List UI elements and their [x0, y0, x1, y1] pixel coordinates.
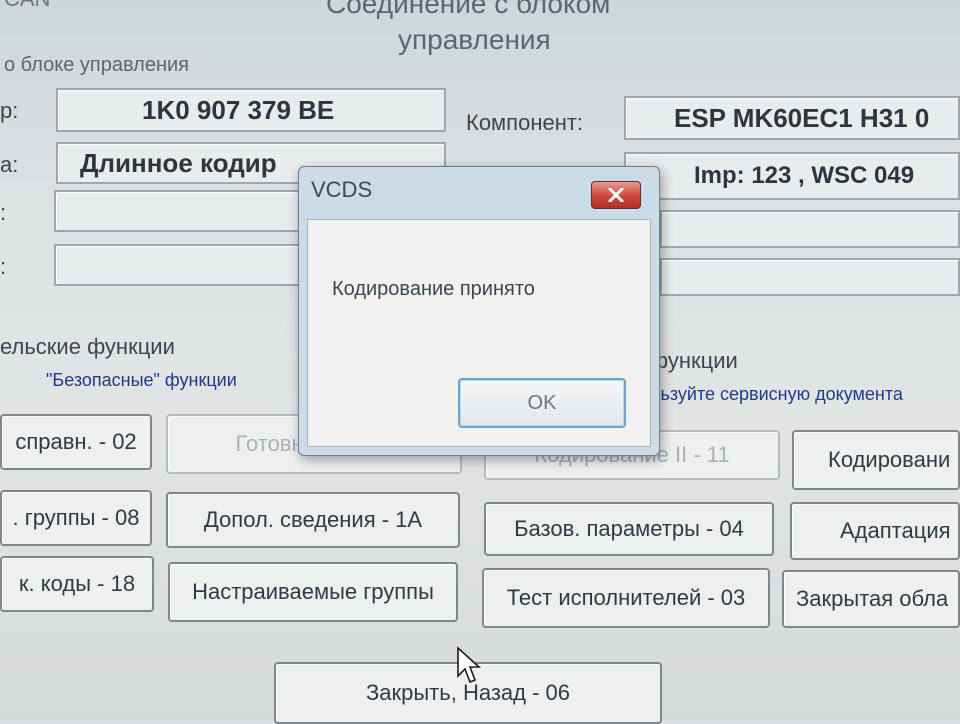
extra-info-1a-button[interactable]: Допол. сведения - 1А — [166, 492, 460, 548]
safe-functions-label: "Безопасные" функции — [46, 370, 237, 390]
dialog-message: Кодирование принято — [332, 278, 535, 300]
part-number-field: 1K0 907 379 BE — [56, 88, 446, 132]
adaptation-button[interactable]: Адаптация — [790, 502, 960, 560]
custom-groups-button[interactable]: Настраиваемые группы — [168, 562, 458, 622]
coding-value: Длинное кодир — [80, 148, 277, 178]
readiness-codes-18-button[interactable]: к. коды - 18 — [0, 556, 154, 612]
row3-label: : — [0, 200, 7, 225]
coding-label: а: — [0, 152, 19, 177]
basic-settings-04-button[interactable]: Базов. параметры - 04 — [484, 502, 774, 556]
row4-label: : — [0, 254, 7, 279]
part-number-value: 1K0 907 379 BE — [142, 95, 335, 125]
vcds-message-dialog: VCDS Кодирование принято OK — [298, 166, 660, 456]
coding-button[interactable]: Кодировани — [792, 430, 960, 490]
close-icon — [608, 188, 624, 202]
dialog-title: VCDS — [311, 177, 373, 202]
info-section-heading: о блоке управления — [4, 54, 189, 76]
ok-button[interactable]: OK — [458, 378, 626, 428]
component-value: ESP MK60EC1 H31 0 — [674, 103, 930, 133]
mouse-pointer-icon — [457, 646, 482, 684]
fault-codes-02-button[interactable]: справн. - 02 — [0, 414, 152, 470]
measuring-groups-08-button[interactable]: . группы - 08 — [0, 490, 152, 546]
part-label: р: — [0, 98, 19, 123]
imp-field: Imp: 123 , WSC 049 — [624, 152, 960, 200]
imp-value: Imp: 123 , WSC 049 — [694, 162, 915, 189]
top-left-label: CAN — [4, 0, 50, 12]
right-row4-field — [660, 258, 960, 296]
output-test-03-button[interactable]: Тест исполнителей - 03 — [482, 568, 770, 628]
right-row3-field — [660, 210, 960, 248]
basic-functions-heading: ельские функции — [0, 334, 175, 359]
dialog-close-button[interactable] — [591, 181, 641, 209]
page-title-line2: управления — [398, 24, 551, 55]
component-field: ESP MK60EC1 H31 0 — [624, 96, 960, 140]
advanced-functions-heading: функции — [650, 348, 738, 373]
security-access-button[interactable]: Закрытая обла — [782, 570, 960, 628]
page-title-line1: Соединение с блоком — [326, 0, 611, 19]
service-docs-note: льзуйте сервисную документа — [650, 384, 903, 404]
dialog-body: Кодирование принято OK — [307, 219, 651, 447]
component-label: Компонент: — [466, 110, 584, 135]
